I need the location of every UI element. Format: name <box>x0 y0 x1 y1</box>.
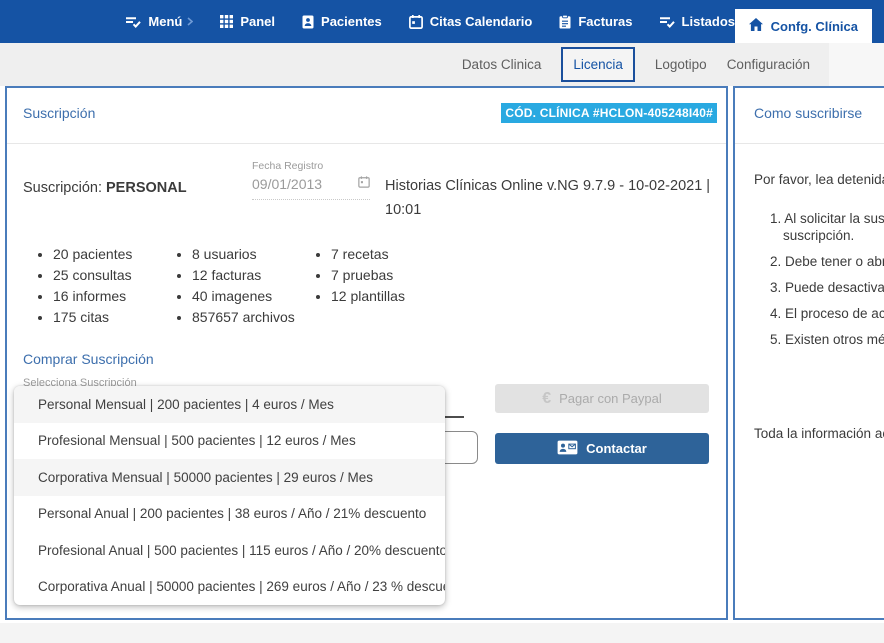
subscription-dropdown: Personal Mensual | 200 pacientes | 4 eur… <box>14 386 445 605</box>
dropdown-option[interactable]: Corporativa Anual | 50000 pacientes | 26… <box>14 569 445 606</box>
tab-datos-clinica[interactable]: Datos Clinica <box>462 57 542 72</box>
euro-icon: € <box>542 390 551 408</box>
nav-item-menu[interactable]: Menú <box>126 14 193 29</box>
plan-line: Suscripción: PERSONAL <box>23 180 187 196</box>
usage-item: 175 citas <box>53 307 176 328</box>
tabs: Datos Clinica Licencia Logotipo Configur… <box>462 43 810 86</box>
chevron-right-icon <box>187 17 193 26</box>
panel-divider <box>735 143 884 144</box>
contact-button-label: Contactar <box>586 441 647 456</box>
contact-card-icon <box>557 440 578 458</box>
paypal-button[interactable]: € Pagar con Paypal <box>495 384 709 413</box>
usage-item: 8 usuarios <box>192 244 315 265</box>
plan-value: PERSONAL <box>106 180 187 196</box>
sidebar-step-5: 5. Existen otros mét <box>770 331 884 348</box>
how-to-subscribe-panel: Como suscribirse Por favor, lea detenida… <box>733 86 884 620</box>
patients-icon <box>302 15 314 29</box>
usage-item: 7 pruebas <box>331 265 405 286</box>
nav-item-label: Facturas <box>578 14 632 29</box>
nav-item-label: Listados <box>682 14 735 29</box>
tab-logotipo[interactable]: Logotipo <box>655 57 707 72</box>
usage-item: 16 informes <box>53 286 176 307</box>
list-check-icon <box>660 16 675 28</box>
usage-item: 20 pacientes <box>53 244 176 265</box>
usage-column-2: 8 usuarios 12 facturas 40 imagenes 85765… <box>176 244 315 328</box>
usage-item: 12 plantillas <box>331 286 405 307</box>
sidebar-footer-note: Toda la información actu <box>754 426 884 441</box>
nav-item-label: Confg. Clínica <box>771 19 858 34</box>
app-version-info: Historias Clínicas Online v.NG 9.7.9 - 1… <box>385 174 719 222</box>
clinic-code-badge: CÓD. CLÍNICA #HCLON-405248I40# <box>501 103 717 123</box>
dropdown-option[interactable]: Profesional Mensual | 500 pacientes | 12… <box>14 423 445 460</box>
subscription-title: Suscripción <box>23 105 95 121</box>
nav-item-listados[interactable]: Listados <box>660 14 746 29</box>
subscription-panel: Suscripción CÓD. CLÍNICA #HCLON-405248I4… <box>5 86 728 620</box>
panel-divider <box>7 143 726 144</box>
plan-label: Suscripción: <box>23 180 102 196</box>
dropdown-option[interactable]: Personal Mensual | 200 pacientes | 4 eur… <box>14 386 445 423</box>
sidebar-steps-list: 1. Al solicitar la susc suscripción. 2. … <box>770 210 884 357</box>
dropdown-option[interactable]: Profesional Anual | 500 pacientes | 115 … <box>14 532 445 569</box>
sidebar-step-4: 4. El proceso de acti <box>770 305 884 322</box>
register-date-field[interactable]: Fecha Registro 09/01/2013 <box>252 160 370 200</box>
nav-item-label: Panel <box>240 14 275 29</box>
calendar-icon <box>409 15 423 29</box>
dropdown-option[interactable]: Corporativa Mensual | 50000 pacientes | … <box>14 459 445 496</box>
usage-item: 857657 archivos <box>192 307 315 328</box>
home-icon <box>749 18 763 34</box>
tab-licencia[interactable]: Licencia <box>561 47 635 82</box>
nav-item-label: Citas Calendario <box>430 14 533 29</box>
app-window: Menú Panel Pacientes Citas Calendario Fa… <box>0 0 884 643</box>
nav-item-pacientes[interactable]: Pacientes <box>302 14 382 29</box>
usage-item: 12 facturas <box>192 265 315 286</box>
tabbar-light-block <box>829 43 884 86</box>
sidebar-intro-text: Por favor, lea detenidam <box>754 172 884 187</box>
dropdown-option[interactable]: Personal Anual | 200 pacientes | 38 euro… <box>14 496 445 533</box>
usage-column-3: 7 recetas 7 pruebas 12 plantillas <box>315 244 405 328</box>
sidebar-step-1: 1. Al solicitar la susc suscripción. <box>770 210 884 244</box>
usage-item: 40 imagenes <box>192 286 315 307</box>
usage-item: 25 consultas <box>53 265 176 286</box>
usage-column-1: 20 pacientes 25 consultas 16 informes 17… <box>37 244 176 328</box>
nav-item-label: Menú <box>148 14 182 29</box>
section-tabbar: Datos Clinica Licencia Logotipo Configur… <box>0 43 884 86</box>
nav-item-panel[interactable]: Panel <box>220 14 275 29</box>
usage-limits-lists: 20 pacientes 25 consultas 16 informes 17… <box>37 244 405 328</box>
nav-item-citas-calendario[interactable]: Citas Calendario <box>409 14 533 29</box>
usage-item: 7 recetas <box>331 244 405 265</box>
contact-button[interactable]: Contactar <box>495 433 709 464</box>
grid-icon <box>220 15 233 28</box>
how-to-subscribe-title: Como suscribirse <box>754 105 862 121</box>
register-date-value: 09/01/2013 <box>252 176 322 192</box>
buy-subscription-title: Comprar Suscripción <box>23 351 154 367</box>
calendar-small-icon <box>358 175 370 193</box>
nav-items: Menú Panel Pacientes Citas Calendario Fa… <box>126 0 746 43</box>
invoices-icon <box>559 15 571 29</box>
top-navbar: Menú Panel Pacientes Citas Calendario Fa… <box>0 0 884 43</box>
register-date-label: Fecha Registro <box>252 160 370 172</box>
menu-list-icon <box>126 16 141 28</box>
sidebar-step-3: 3. Puede desactivar <box>770 279 884 296</box>
tab-configuracion[interactable]: Configuración <box>727 57 810 72</box>
paypal-button-label: Pagar con Paypal <box>559 391 662 406</box>
nav-item-facturas[interactable]: Facturas <box>559 14 632 29</box>
sidebar-step-2: 2. Debe tener o abrir <box>770 253 884 270</box>
page-footer <box>0 623 884 643</box>
nav-item-confg-clinica[interactable]: Confg. Clínica <box>735 9 872 43</box>
nav-item-label: Pacientes <box>321 14 382 29</box>
